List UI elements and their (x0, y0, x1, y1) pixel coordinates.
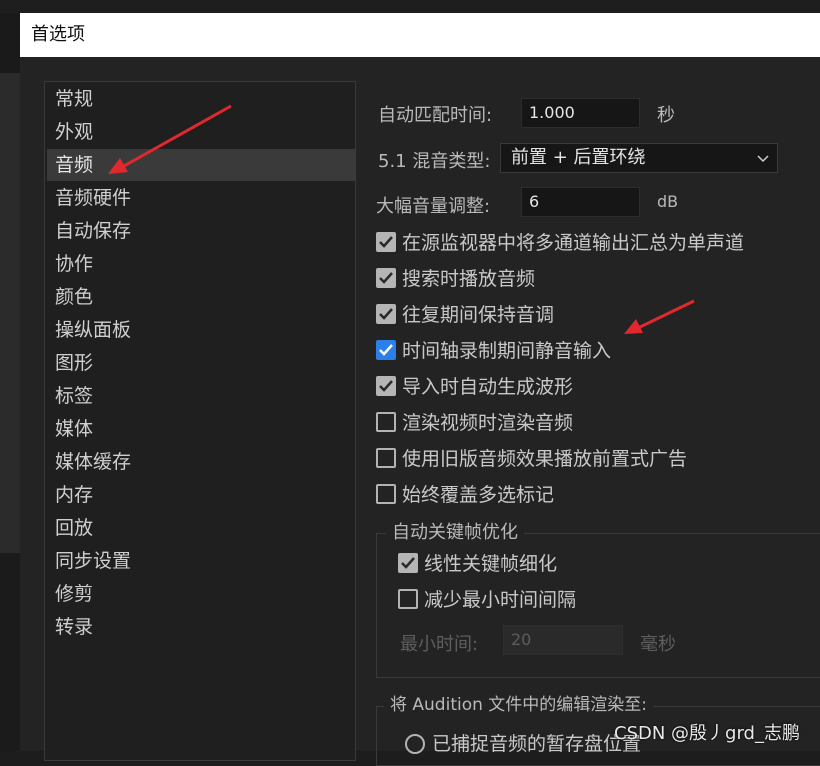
keyframe-group-title: 自动关键帧优化 (386, 520, 524, 546)
min-time-label: 最小时间: (400, 634, 479, 655)
sidebar-item-audio[interactable]: 音频 (47, 149, 355, 181)
volume-input[interactable]: 6 (521, 187, 640, 217)
min-time-unit: 毫秒 (640, 634, 676, 655)
checkbox-checked-icon[interactable] (398, 553, 418, 573)
sidebar-item-auto-save[interactable]: 自动保存 (47, 215, 355, 247)
checkbox-checked-icon[interactable] (376, 304, 396, 324)
checkbox-checked-icon[interactable] (376, 376, 396, 396)
volume-unit: dB (657, 192, 679, 211)
checkbox-label: 在源监视器中将多通道输出汇总为单声道 (402, 232, 745, 254)
checkbox-unchecked-icon[interactable] (376, 448, 396, 468)
watermark: CSDN @殷丿grd_志鹏 (614, 723, 800, 744)
sidebar-item-audio-hardware[interactable]: 音频硬件 (47, 182, 355, 214)
background-panel (0, 73, 20, 553)
sidebar-item-memory[interactable]: 内存 (47, 479, 355, 511)
checkbox-label: 始终覆盖多选标记 (402, 484, 555, 506)
preferences-sidebar: 常规 外观 音频 音频硬件 自动保存 协作 颜色 操纵面板 图形 标签 媒体 媒… (44, 81, 356, 761)
sidebar-item-sync-settings[interactable]: 同步设置 (47, 545, 355, 577)
sidebar-item-trim[interactable]: 修剪 (47, 578, 355, 610)
checkbox-label: 时间轴录制期间静音输入 (402, 340, 612, 362)
mix-type-label: 5.1 混音类型: (378, 151, 491, 172)
checkbox-unchecked-icon[interactable] (398, 589, 418, 609)
checkbox-unchecked-icon[interactable] (376, 484, 396, 504)
background-panel (0, 13, 20, 73)
chevron-down-icon (757, 155, 769, 163)
radio-label: 已捕捉音频的暂存盘位置 (432, 733, 642, 755)
checkbox-unchecked-icon[interactable] (376, 412, 396, 432)
sidebar-item-appearance[interactable]: 外观 (47, 116, 355, 148)
sidebar-item-media-cache[interactable]: 媒体缓存 (47, 446, 355, 478)
checkbox-label: 导入时自动生成波形 (402, 376, 574, 398)
min-time-input[interactable]: 20 (503, 625, 623, 655)
sidebar-item-collaboration[interactable]: 协作 (47, 248, 355, 280)
sidebar-item-playback[interactable]: 回放 (47, 512, 355, 544)
checkbox-label: 往复期间保持音调 (402, 304, 555, 326)
mix-type-value: 前置 + 后置环绕 (511, 147, 646, 168)
checkbox-label: 渲染视频时渲染音频 (402, 412, 574, 434)
auto-match-input[interactable]: 1.000 (521, 98, 640, 128)
volume-label: 大幅音量调整: (376, 196, 491, 217)
sidebar-item-labels[interactable]: 标签 (47, 380, 355, 412)
sidebar-item-general[interactable]: 常规 (47, 83, 355, 115)
auto-match-label: 自动匹配时间: (378, 105, 493, 126)
checkbox-checked-icon[interactable] (376, 232, 396, 252)
checkbox-label: 使用旧版音频效果播放前置式广告 (402, 448, 688, 470)
checkbox-label: 线性关键帧细化 (424, 553, 558, 575)
auto-match-unit: 秒 (657, 105, 675, 126)
sidebar-item-graphics[interactable]: 图形 (47, 347, 355, 379)
window-title: 首选项 (20, 13, 820, 57)
checkbox-checked-icon[interactable] (376, 268, 396, 288)
background-strip (0, 0, 820, 13)
sidebar-item-control-surface[interactable]: 操纵面板 (47, 314, 355, 346)
sidebar-item-color[interactable]: 颜色 (47, 281, 355, 313)
checkbox-label: 减少最小时间间隔 (424, 589, 577, 611)
checkbox-label: 搜索时播放音频 (402, 268, 536, 290)
checkbox-checked-icon[interactable] (376, 340, 396, 360)
radio-button-icon[interactable] (405, 734, 425, 754)
render-group-title: 将 Audition 文件中的编辑渲染至: (384, 692, 654, 718)
sidebar-item-media[interactable]: 媒体 (47, 413, 355, 445)
mix-type-dropdown[interactable]: 前置 + 后置环绕 (500, 143, 778, 173)
sidebar-item-transcription[interactable]: 转录 (47, 611, 355, 643)
background-panel (0, 553, 20, 751)
